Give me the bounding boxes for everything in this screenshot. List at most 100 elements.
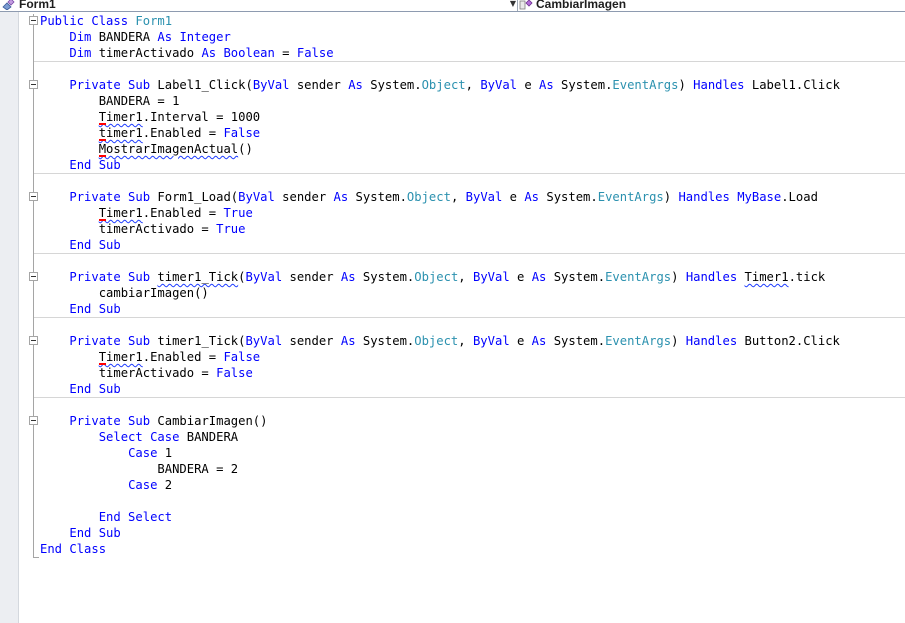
code-type-name: Object [414,270,459,284]
code-line[interactable] [40,173,840,189]
code-type-name: EventArgs [612,78,679,92]
code-line[interactable]: MostrarImagenActual() [40,141,840,157]
code-line[interactable]: Dim BANDERA As Integer [40,29,840,45]
code-line[interactable] [40,61,840,77]
code-line[interactable]: timerActivado = False [40,365,840,381]
code-type-name: EventArgs [597,190,664,204]
code-text: ) [671,334,686,348]
code-keyword: Handles [678,190,730,204]
code-type-name: EventArgs [605,270,672,284]
code-line[interactable]: Case 2 [40,477,840,493]
code-line[interactable]: cambiarImagen() [40,285,840,301]
code-line[interactable] [40,493,840,509]
code-line[interactable]: End Sub [40,301,840,317]
code-line[interactable]: Timer1.Enabled = True [40,205,840,221]
code-keyword: As [340,270,356,284]
code-keyword: Case [128,478,158,492]
code-line[interactable]: timer1.Enabled = False [40,125,840,141]
code-keyword: ByVal [472,334,510,348]
code-keyword: False [223,126,261,140]
code-text: , [458,270,473,284]
code-line[interactable]: End Sub [40,157,840,173]
collapse-form1-load-icon[interactable] [29,192,38,201]
indicator-margin [19,12,28,623]
code-keyword: False [296,46,334,60]
collapse-class-icon[interactable] [29,16,38,25]
code-line[interactable] [40,253,840,269]
code-line[interactable]: Private Sub timer1_Tick(ByVal sender As … [40,333,840,349]
code-type-name: Object [421,78,466,92]
code-keyword: As [157,30,173,44]
code-text: .Enabled = [142,350,224,364]
code-text: Button2.Click [737,334,840,348]
code-keyword: As [524,190,540,204]
code-line[interactable]: timerActivado = True [40,221,840,237]
code-text: .Interval = 1000 [142,110,261,124]
code-line[interactable]: End Sub [40,525,840,541]
code-editor[interactable]: Public Class Form1 Dim BANDERA As Intege… [40,13,840,557]
combo-divider [517,0,518,11]
code-line[interactable]: BANDERA = 1 [40,93,840,109]
code-text: .Enabled = [142,206,224,220]
code-line[interactable]: Case 1 [40,445,840,461]
code-line[interactable] [40,317,840,333]
code-error-token: Timer1 [98,206,143,220]
method-name-dropdown[interactable]: CambiarImagen [519,0,905,11]
code-keyword: ByVal [245,270,283,284]
code-text: BANDERA = 2 [40,462,239,476]
code-text: System. [362,78,422,92]
code-line[interactable]: Private Sub timer1_Tick(ByVal sender As … [40,269,840,285]
code-keyword: End Select [98,510,173,524]
code-line[interactable]: End Sub [40,381,840,397]
code-line[interactable]: Select Case BANDERA [40,429,840,445]
code-keyword: Select Case [98,430,180,444]
code-line[interactable]: BANDERA = 2 [40,461,840,477]
code-text: sender [274,190,334,204]
code-keyword: End Sub [69,526,121,540]
code-keyword: ByVal [472,270,510,284]
code-error-token: Timer1 [98,110,143,124]
code-error-token: Timer1 [744,270,789,284]
class-name-dropdown[interactable]: Form1 [2,0,516,11]
class-icon [2,0,16,10]
code-line[interactable]: Private Sub CambiarImagen() [40,413,840,429]
collapse-timer1-tick-icon[interactable] [29,272,38,281]
code-line[interactable]: Private Sub Label1_Click(ByVal sender As… [40,77,840,93]
code-line[interactable]: End Class [40,541,840,557]
collapse-timer1-tick-2-icon[interactable] [29,336,38,345]
code-keyword: As [340,334,356,348]
code-text: System. [539,190,598,204]
code-line[interactable]: End Select [40,509,840,525]
code-keyword: Dim [69,30,92,44]
code-line[interactable]: Dim timerActivado As Boolean = False [40,45,840,61]
code-keyword: ByVal [252,78,290,92]
code-line[interactable]: Timer1.Enabled = False [40,349,840,365]
code-keyword: Boolean [223,46,275,60]
code-text: sender [289,78,349,92]
code-line[interactable] [40,397,840,413]
code-line[interactable]: End Sub [40,237,840,253]
code-keyword: Private Sub [69,334,151,348]
code-keyword: False [216,366,253,380]
collapse-cambiarimagen-icon[interactable] [29,416,38,425]
code-text: sender [282,270,341,284]
code-line[interactable]: Public Class Form1 [40,13,840,29]
code-text: System. [348,190,407,204]
code-keyword: End Sub [69,302,121,316]
code-keyword: ByVal [465,190,503,204]
class-name-label: Form1 [19,0,56,11]
code-keyword: Private Sub [69,414,151,428]
code-text: ) [678,78,694,92]
collapse-label1-click-icon[interactable] [29,80,38,89]
code-line[interactable]: Private Sub Form1_Load(ByVal sender As S… [40,189,840,205]
code-text: Form1_Load( [150,190,239,204]
code-line[interactable]: Timer1.Interval = 1000 [40,109,840,125]
code-text: ) [671,270,686,284]
code-keyword: Handles [693,78,745,92]
